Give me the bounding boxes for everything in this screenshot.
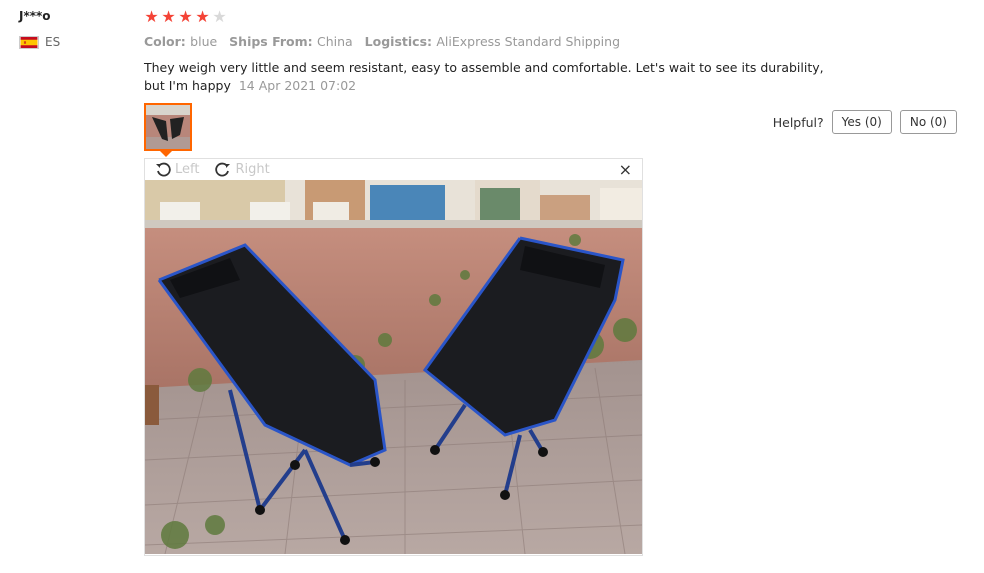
- review-date: 14 Apr 2021 07:02: [238, 78, 357, 93]
- rotate-left-button[interactable]: Left: [155, 161, 199, 177]
- star-filled-icon: ★: [195, 7, 210, 26]
- helpful-yes-button[interactable]: Yes (0): [831, 110, 892, 134]
- attribute-value: AliExpress Standard Shipping: [436, 34, 621, 49]
- reviewer-name: J***o: [19, 9, 51, 23]
- viewer-toolbar: Left Right: [155, 161, 280, 177]
- thumbnail-pointer: [160, 151, 172, 157]
- rotate-left-icon: [156, 162, 171, 177]
- review-photo-thumbnail[interactable]: [144, 103, 192, 151]
- review-attributes: Color: blue Ships From: China Logistics:…: [144, 34, 628, 49]
- attribute-value: blue: [190, 34, 218, 49]
- star-rating: ★ ★ ★ ★ ★: [144, 9, 227, 25]
- country-code: ES: [45, 35, 61, 49]
- spain-flag-icon: [19, 35, 39, 49]
- photo-viewer: Left Right ×: [144, 158, 643, 556]
- attribute-key: Logistics:: [364, 34, 437, 49]
- reviewer-country: ES: [19, 35, 60, 49]
- star-filled-icon: ★: [178, 7, 193, 26]
- star-filled-icon: ★: [144, 7, 159, 26]
- thumbnail-image: [146, 105, 190, 149]
- star-empty-icon: ★: [212, 7, 227, 26]
- attribute-key: Color:: [144, 34, 191, 49]
- helpful-no-button[interactable]: No (0): [899, 110, 957, 134]
- rotate-right-label: Right: [235, 161, 270, 177]
- attribute-value: China: [316, 34, 353, 49]
- rotate-right-icon: [215, 162, 231, 177]
- close-viewer-icon[interactable]: ×: [619, 161, 632, 179]
- rotate-right-button[interactable]: Right: [215, 161, 270, 177]
- helpful-label: Helpful?: [772, 114, 824, 130]
- review-body: They weigh very little and seem resistan…: [144, 59, 844, 95]
- attribute-key: Ships From:: [229, 34, 317, 49]
- star-filled-icon: ★: [161, 7, 176, 26]
- rotate-left-label: Left: [175, 161, 200, 177]
- helpful-section: Helpful? Yes (0) No (0): [773, 110, 957, 134]
- review-photo: [145, 180, 642, 554]
